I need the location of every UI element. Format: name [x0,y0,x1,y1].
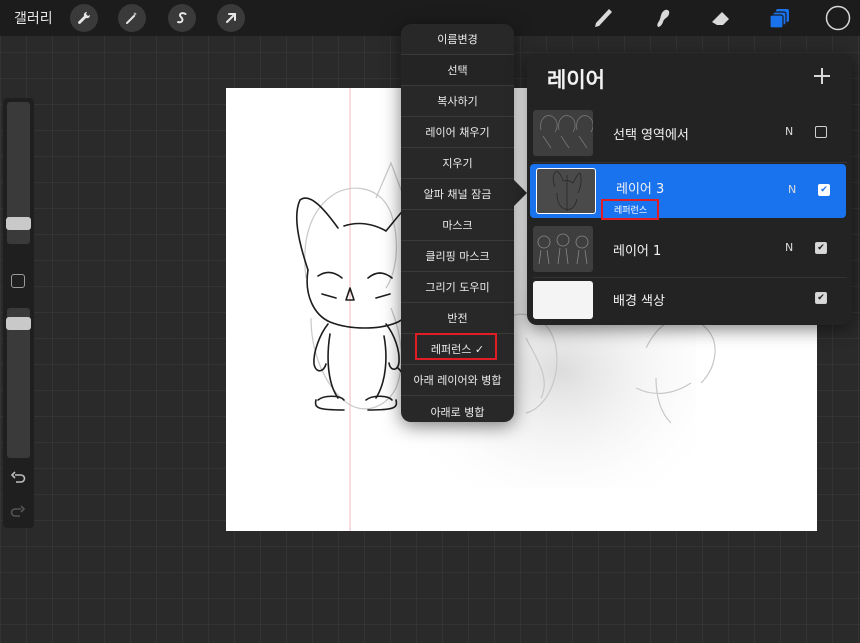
magic-wand-icon[interactable] [118,4,146,32]
menu-item-mask[interactable]: 마스크 [401,210,514,241]
menu-item-drawing-assist[interactable]: 그리기 도우미 [401,272,514,303]
eraser-icon[interactable] [708,5,734,31]
layer-options-menu: 이름변경 선택 복사하기 레이어 채우기 지우기 알파 채널 잠금 마스크 클리… [401,24,514,422]
menu-item-invert[interactable]: 반전 [401,303,514,334]
visibility-checkbox[interactable]: ✔ [815,292,827,304]
brush-size-handle[interactable] [6,217,31,230]
layers-icon[interactable] [767,5,793,31]
opacity-handle[interactable] [6,317,31,330]
layer-name: 배경 색상 [613,294,665,309]
menu-item-clear[interactable]: 지우기 [401,148,514,179]
redo-icon[interactable] [9,504,27,522]
layer-thumbnail [536,168,596,214]
undo-icon[interactable] [9,470,27,488]
smudge-icon[interactable] [650,5,676,31]
wrench-icon[interactable] [70,4,98,32]
layer-thumbnail [533,110,593,156]
menu-item-copy[interactable]: 복사하기 [401,86,514,117]
brush-size-slider[interactable] [6,102,31,244]
selection-s-icon[interactable] [168,4,196,32]
layer-row-background[interactable]: 배경 색상 ✔ [527,272,847,325]
add-layer-icon[interactable] [810,64,834,88]
menu-item-rename[interactable]: 이름변경 [401,24,514,55]
modify-button[interactable] [11,274,25,288]
blend-mode-button[interactable]: N [785,125,793,138]
opacity-slider[interactable] [6,308,31,458]
reference-highlight-box [415,333,497,360]
panel-title: 레이어 [547,68,605,92]
layer-reference-label: 레퍼런스 [614,206,648,216]
left-sidebar [3,98,34,528]
brush-icon[interactable] [591,5,617,31]
menu-item-alpha-lock[interactable]: 알파 채널 잠금 [401,179,514,210]
visibility-checkbox[interactable]: ✔ [818,184,830,196]
menu-item-clipping-mask[interactable]: 클리핑 마스크 [401,241,514,272]
background-color-swatch[interactable] [533,281,593,319]
layer-row-layer3[interactable]: 레이어 3 N ✔ [530,164,846,218]
layer-thumbnail [533,226,593,272]
menu-item-select[interactable]: 선택 [401,55,514,86]
visibility-checkbox[interactable]: ✔ [815,242,827,254]
menu-item-fill-layer[interactable]: 레이어 채우기 [401,117,514,148]
blend-mode-button[interactable]: N [788,183,796,196]
arrow-transform-icon[interactable] [217,4,245,32]
gallery-button[interactable]: 갤러리 [14,8,53,28]
layer-name: 레이어 3 [616,182,665,197]
menu-item-combine-down[interactable]: 아래로 병합 [401,396,514,422]
visibility-checkbox[interactable] [815,126,827,138]
row-divider [533,162,847,163]
layer-name: 선택 영역에서 [613,128,689,143]
layer-name: 레이어 1 [613,244,662,259]
layer-row-selection[interactable]: 선택 영역에서 N [527,106,847,160]
color-circle-icon[interactable] [825,5,851,31]
menu-pointer [514,180,527,206]
blend-mode-button[interactable]: N [785,241,793,254]
menu-item-merge-down[interactable]: 아래 레이어와 병합 [401,365,514,396]
layers-panel: 레이어 선택 영역에서 N 레이어 3 N ✔ 레이어 1 N ✔ 배경 색상 … [527,53,852,325]
layer-row-layer1[interactable]: 레이어 1 N ✔ [527,222,847,276]
